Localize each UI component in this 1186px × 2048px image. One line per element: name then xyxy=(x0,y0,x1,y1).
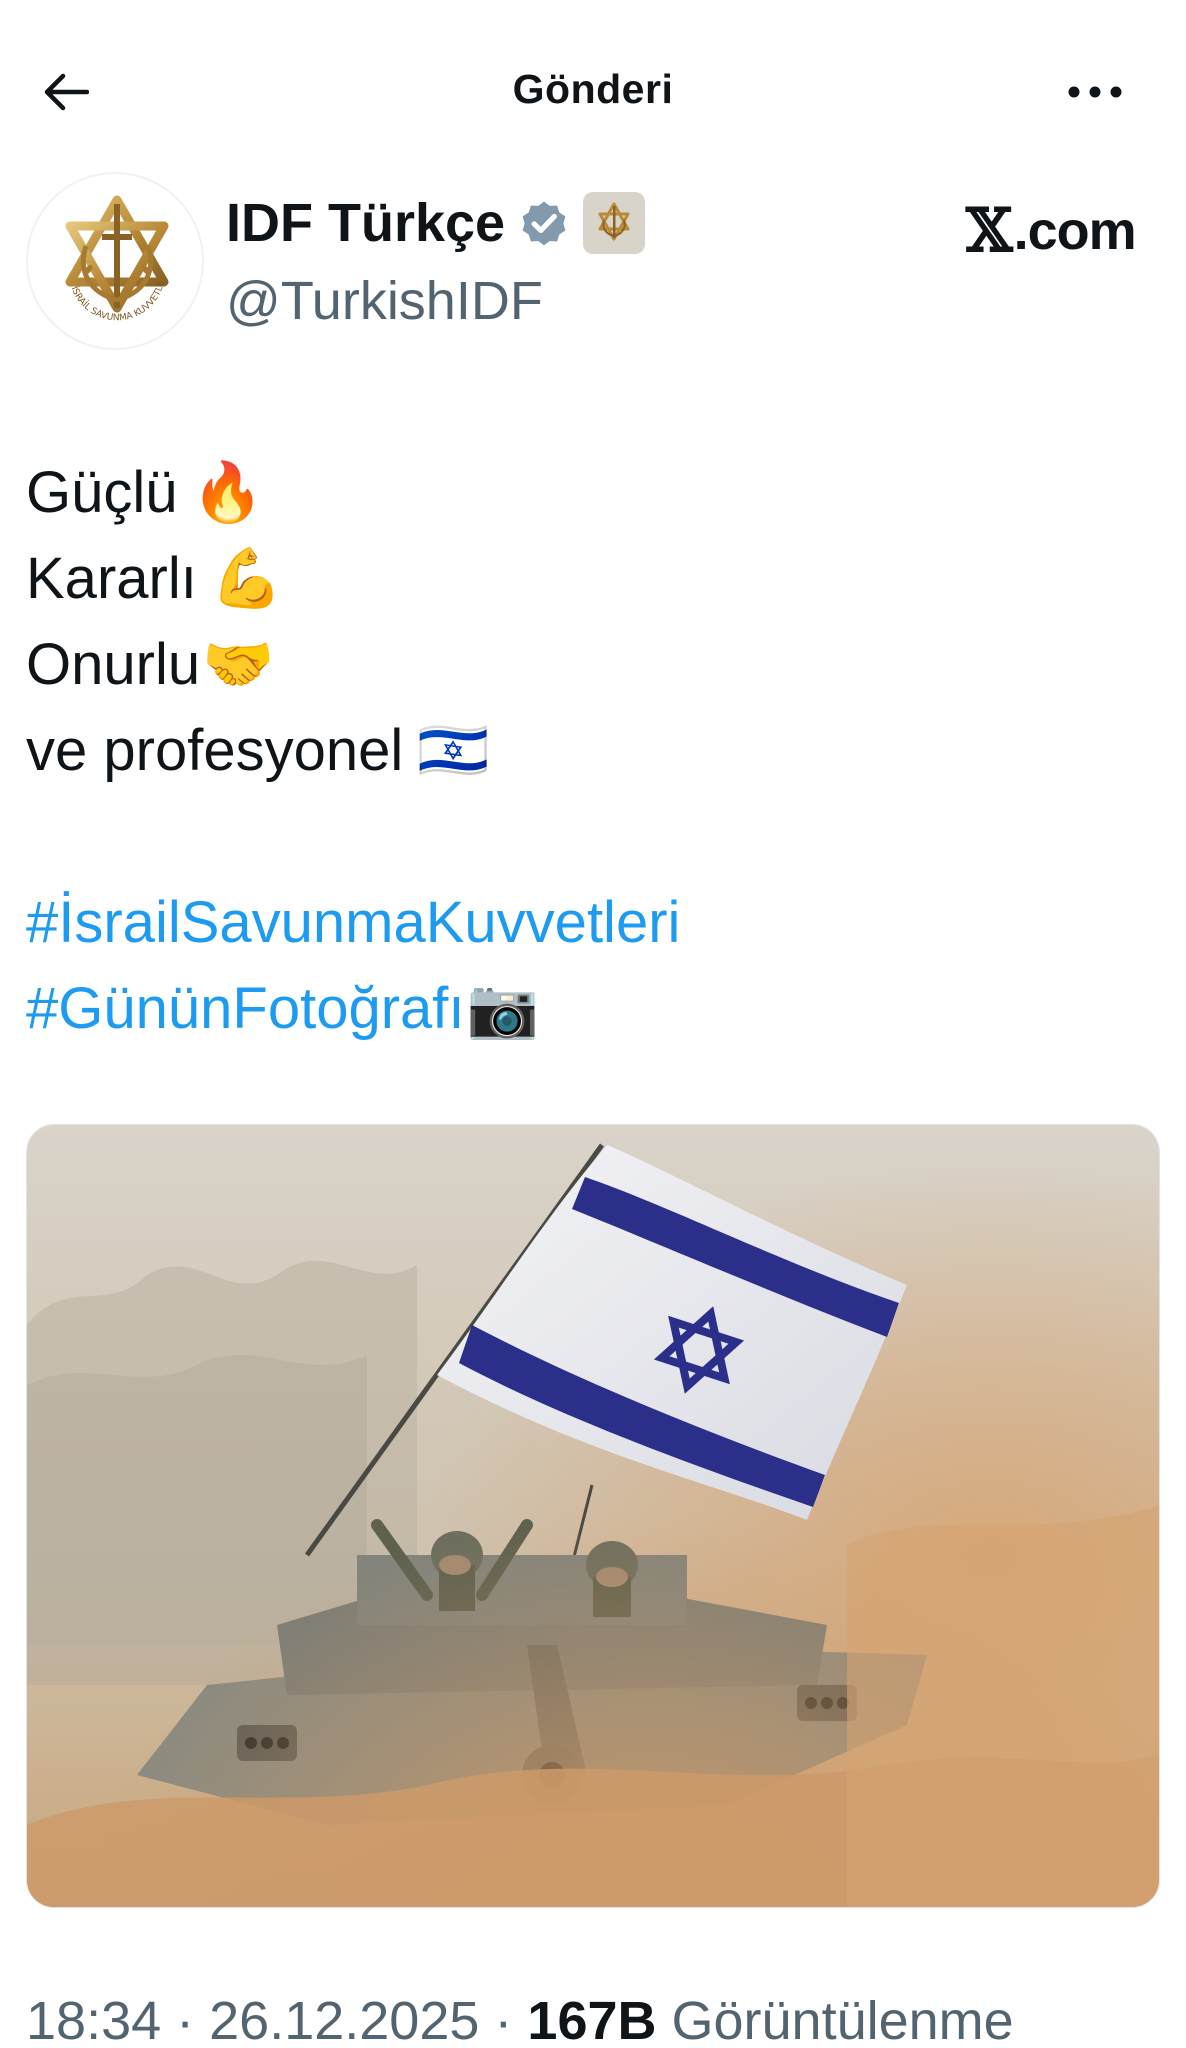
post-image[interactable] xyxy=(26,1124,1160,1908)
post-line-text: Güçlü xyxy=(26,460,178,525)
post-line-text: Onurlu xyxy=(26,632,201,697)
post-date[interactable]: 26.12.2025 xyxy=(209,1991,479,2048)
affiliation-badge[interactable] xyxy=(583,192,646,254)
post-line: Kararlı 💪 xyxy=(26,536,1156,622)
idf-emblem-icon xyxy=(598,202,630,241)
post-line-text: ve profesyonel xyxy=(26,718,404,783)
handshake-emoji-icon: 🤝 xyxy=(202,632,275,697)
top-bar: Gönderi xyxy=(0,0,1186,180)
post-line: ve profesyonel 🇮🇱 xyxy=(26,708,1156,794)
separator: · xyxy=(479,1991,528,2048)
author-name-row[interactable]: IDF Türkçe xyxy=(226,192,646,254)
x-logo-icon: 𝕏 xyxy=(966,196,1013,266)
separator: · xyxy=(161,1991,210,2048)
author-name: IDF Türkçe xyxy=(226,193,506,253)
post-line: Onurlu 🤝 xyxy=(26,622,1156,708)
tank-with-flag-photo xyxy=(27,1125,1159,1907)
more-horizontal-icon xyxy=(1068,86,1122,98)
brand-suffix: .com xyxy=(1013,201,1137,261)
hashtag-line: #GününFotoğrafı 📷 xyxy=(26,966,1156,1052)
hashtag-line: #İsrailSavunmaKuvvetleri xyxy=(26,880,1156,966)
views-label: Görüntülenme xyxy=(656,1991,1014,2048)
views-count: 167B xyxy=(527,1991,657,2048)
avatar[interactable]: İSRAİL SAVUNMA KUVVETLERİ xyxy=(26,172,204,350)
hashtag-link[interactable]: #İsrailSavunmaKuvvetleri xyxy=(26,880,680,966)
post-meta: 18:34 · 26.12.2025 · 167B Görüntülenme xyxy=(26,1990,1014,2048)
post-line: Güçlü 🔥 xyxy=(26,450,1156,536)
flexed-biceps-emoji-icon: 💪 xyxy=(210,546,284,611)
israel-flag-emoji-icon: 🇮🇱 xyxy=(417,718,490,783)
x-com-watermark: 𝕏 .com xyxy=(966,196,1137,266)
verified-badge-icon xyxy=(522,201,566,246)
author-handle[interactable]: @TurkishIDF xyxy=(226,270,543,332)
post-line-text: Kararlı xyxy=(26,546,197,611)
idf-emblem-logo: İSRAİL SAVUNMA KUVVETLERİ xyxy=(28,174,169,323)
post-body: Güçlü 🔥 Kararlı 💪 Onurlu 🤝 ve profesyone… xyxy=(26,450,1156,1052)
hashtag-link[interactable]: #GününFotoğrafı xyxy=(26,966,465,1052)
more-options-button[interactable] xyxy=(1062,68,1128,116)
camera-emoji-icon: 📷 xyxy=(466,976,539,1041)
fire-emoji-icon: 🔥 xyxy=(191,460,264,525)
post-time[interactable]: 18:34 xyxy=(26,1991,161,2048)
page-title: Gönderi xyxy=(512,66,674,112)
